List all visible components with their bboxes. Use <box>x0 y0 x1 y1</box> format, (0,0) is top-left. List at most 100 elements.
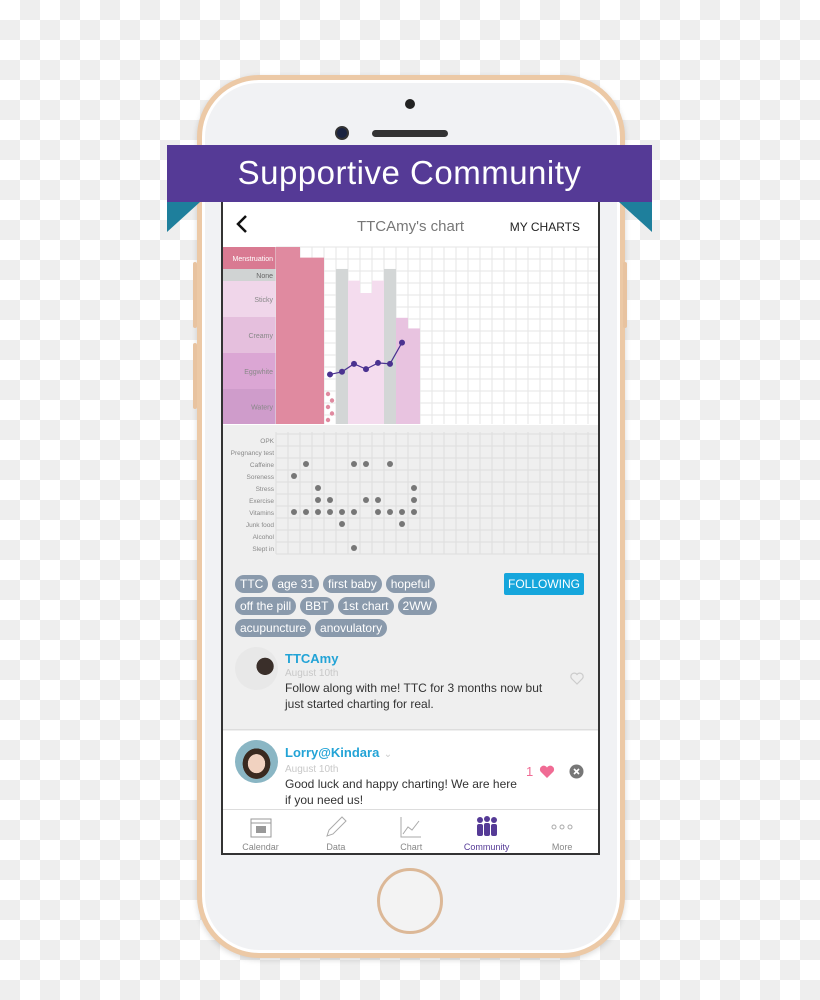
volume-button <box>193 262 197 328</box>
cycle-day-bar <box>396 317 408 424</box>
cycle-day-bar <box>336 268 348 424</box>
sensor <box>405 99 415 109</box>
tab-community[interactable]: Community <box>449 810 524 852</box>
tab-label: Data <box>326 842 346 852</box>
power-button <box>623 262 627 328</box>
row-label: Eggwhite <box>244 369 273 376</box>
row-label: Caffeine <box>250 462 274 469</box>
banner-title: Supportive Community <box>167 145 652 202</box>
tag[interactable]: hopeful <box>385 575 436 593</box>
event-dot <box>399 509 405 515</box>
more-icon <box>551 824 573 830</box>
avatar[interactable] <box>235 740 278 783</box>
tag[interactable]: first baby <box>323 575 382 593</box>
event-dot <box>291 473 297 479</box>
event-dot <box>327 509 333 515</box>
event-dot <box>363 497 369 503</box>
row-label: None <box>256 273 273 280</box>
home-button[interactable] <box>377 868 443 934</box>
tab-data[interactable]: Data <box>298 810 373 852</box>
tag[interactable]: acupuncture <box>235 619 312 637</box>
event-dot <box>315 485 321 491</box>
tag[interactable]: anovulatory <box>315 619 388 637</box>
event-dot <box>327 497 333 503</box>
event-dot <box>411 485 417 491</box>
tab-chart[interactable]: Chart <box>374 810 449 852</box>
cycle-day-bar <box>300 257 312 424</box>
tag[interactable]: off the pill <box>235 597 297 615</box>
event-dot <box>351 509 357 515</box>
avatar[interactable] <box>235 647 278 690</box>
heart-outline-icon[interactable] <box>570 672 584 685</box>
spotting-dot <box>325 404 331 410</box>
event-dot <box>375 497 381 503</box>
close-icon[interactable] <box>569 764 584 779</box>
spotting-dot <box>325 417 331 423</box>
tab-label: Calendar <box>242 842 279 852</box>
tab-label: Chart <box>400 842 423 852</box>
tab-bar: Calendar Data Chart Community More <box>223 809 598 853</box>
tag[interactable]: TTC <box>235 575 269 593</box>
row-label: Sticky <box>254 297 273 304</box>
tab-more[interactable]: More <box>525 810 598 852</box>
cycle-day-bar <box>408 328 420 424</box>
temperature-point <box>327 371 333 378</box>
post-text: Good luck and happy charting! We are her… <box>285 777 517 807</box>
cycle-day-bar <box>360 293 372 424</box>
tag-list: TTC age 31 first baby hopeful off the pill BB… <box>235 575 495 641</box>
ribbon-fold <box>619 202 652 232</box>
temperature-point <box>399 339 405 346</box>
cycle-day-bar <box>276 247 288 424</box>
event-dot <box>351 461 357 467</box>
event-dot <box>411 497 417 503</box>
temperature-point <box>375 359 381 366</box>
row-label: Stress <box>256 486 275 493</box>
activity-chart: OPK Pregnancy test Caffeine Soreness Stress E… <box>231 432 598 555</box>
my-charts-button[interactable]: MY CHARTS <box>510 220 580 234</box>
tab-calendar[interactable]: Calendar <box>223 810 298 852</box>
following-button[interactable]: FOLLOWING <box>504 573 584 595</box>
temperature-point <box>351 360 357 367</box>
app-screen: TTCAmy's chart MY CHARTS Menstruation Non… <box>221 200 600 855</box>
row-label: Exercise <box>249 498 274 505</box>
post-username[interactable]: TTCAmy <box>285 651 555 666</box>
event-dot <box>291 509 297 515</box>
post-item: TTCAmy August 10th Follow along with me!… <box>223 642 598 730</box>
cycle-day-bar <box>348 280 360 424</box>
spotting-dot <box>329 398 335 403</box>
row-label: Pregnancy test <box>231 450 275 457</box>
post-username[interactable]: Lorry@Kindara <box>285 745 379 760</box>
chart-icon <box>400 817 422 838</box>
event-dot <box>399 521 405 527</box>
row-label: Creamy <box>248 333 273 340</box>
post-date: August 10th <box>285 764 339 775</box>
event-dot <box>411 509 417 515</box>
event-dot <box>375 509 381 515</box>
temperature-point <box>387 360 393 367</box>
event-dot <box>339 509 345 515</box>
spotting-dot <box>325 391 331 397</box>
heart-icon[interactable] <box>539 765 555 779</box>
volume-button <box>193 343 197 409</box>
row-label: Slept in <box>252 546 274 553</box>
row-label: Watery <box>251 405 273 412</box>
row-label: Alcohol <box>253 534 275 541</box>
tab-label: More <box>551 842 573 852</box>
speaker <box>372 130 448 137</box>
cycle-day-bar <box>288 247 300 424</box>
chevron-down-icon[interactable]: ⌄ <box>384 749 392 760</box>
like-count: 1 <box>526 764 534 779</box>
nav-bar: TTCAmy's chart MY CHARTS <box>223 202 598 246</box>
row-label: Vitamins <box>249 510 275 517</box>
row-label: OPK <box>260 438 274 445</box>
tag[interactable]: age 31 <box>272 575 320 593</box>
tag[interactable]: 1st chart <box>337 597 394 615</box>
fertility-chart: Menstruation None Sticky Creamy Eggwhite Wate… <box>223 246 598 424</box>
tag[interactable]: 2WW <box>397 597 437 615</box>
calendar-icon <box>250 818 271 838</box>
event-dot <box>315 509 321 515</box>
post-text: Follow along with me! TTC for 3 months n… <box>285 681 543 711</box>
community-icon <box>476 816 497 836</box>
tag[interactable]: BBT <box>300 597 334 615</box>
cycle-day-bar <box>372 280 384 424</box>
